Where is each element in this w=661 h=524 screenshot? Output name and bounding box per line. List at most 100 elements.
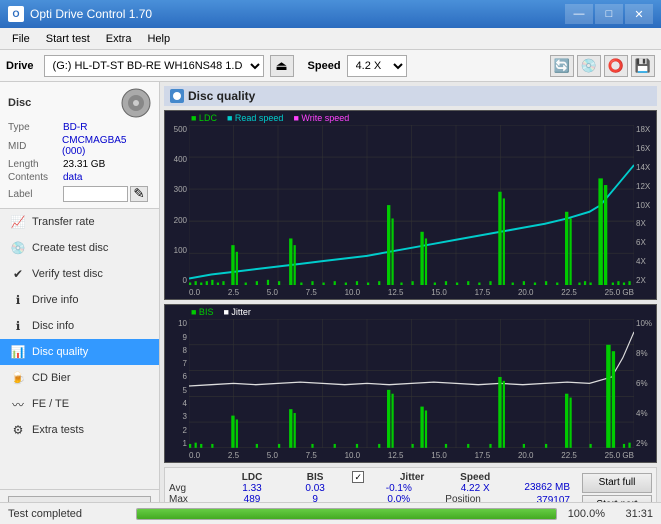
- speed-label: Speed: [308, 60, 341, 72]
- toolbar-btn-3[interactable]: ⭕: [604, 55, 628, 77]
- legend-write-speed: ■ Write speed: [293, 113, 349, 123]
- nav-label-disc-info: Disc info: [32, 320, 74, 332]
- maximize-button[interactable]: □: [595, 4, 623, 24]
- nav-disc-info[interactable]: ℹ Disc info: [0, 313, 159, 339]
- y-axis-left-top: 500 400 300 200 100 0: [165, 125, 189, 285]
- legend-bis: ■ BIS: [191, 307, 213, 317]
- app-title: Opti Drive Control 1.70: [30, 7, 152, 21]
- chart-title: Disc quality: [188, 89, 255, 103]
- content-area: Disc quality ■ LDC ■ Read speed ■ Write …: [160, 82, 661, 524]
- nav-verify-test-disc[interactable]: ✔ Verify test disc: [0, 261, 159, 287]
- bottom-chart-svg: [189, 319, 634, 448]
- drive-select[interactable]: (G:) HL-DT-ST BD-RE WH16NS48 1.D3: [44, 55, 264, 77]
- label-input[interactable]: [63, 186, 128, 202]
- eject-button[interactable]: ⏏: [270, 55, 294, 77]
- progress-percentage: 100.0%: [565, 508, 605, 520]
- main-area: Disc Type BD-R MID CMCMAGBA5 (000): [0, 82, 661, 524]
- ldc-header: LDC: [215, 471, 288, 483]
- chart-header: Disc quality: [164, 86, 657, 106]
- avg-ldc: 1.33: [215, 483, 288, 494]
- y-axis-right-bottom: 10% 8% 6% 4% 2%: [634, 319, 656, 448]
- nav-extra-tests[interactable]: ⚙ Extra tests: [0, 417, 159, 443]
- speed-select[interactable]: 4.2 X: [347, 55, 407, 77]
- label-edit-button[interactable]: ✎: [130, 186, 148, 202]
- nav-label-create-test-disc: Create test disc: [32, 242, 108, 254]
- contents-val: data: [63, 172, 82, 183]
- nav-label-extra-tests: Extra tests: [32, 424, 84, 436]
- disc-quality-icon: 📊: [10, 344, 26, 360]
- jitter-checkbox[interactable]: ✓: [352, 471, 364, 483]
- bis-header: BIS: [289, 471, 342, 483]
- minimize-button[interactable]: —: [565, 4, 593, 24]
- status-time: 31:31: [613, 508, 653, 520]
- top-chart-panel: ■ LDC ■ Read speed ■ Write speed 500 400…: [164, 110, 657, 300]
- nav-label-verify-test-disc: Verify test disc: [32, 268, 103, 280]
- nav-drive-info[interactable]: ℹ Drive info: [0, 287, 159, 313]
- x-axis-top: 0.0 2.5 5.0 7.5 10.0 12.5 15.0 17.5 20.0…: [189, 288, 634, 297]
- status-bar: Test completed 100.0% 31:31: [0, 502, 661, 524]
- speed-header: Speed: [445, 471, 505, 483]
- fe-te-icon: 〰: [10, 396, 26, 412]
- menu-extra[interactable]: Extra: [98, 31, 140, 47]
- legend-jitter: ■ Jitter: [223, 307, 250, 317]
- drive-toolbar: Drive (G:) HL-DT-ST BD-RE WH16NS48 1.D3 …: [0, 50, 661, 82]
- drive-info-icon: ℹ: [10, 292, 26, 308]
- avg-jitter: -0.1%: [352, 483, 445, 494]
- disc-info-icon: ℹ: [10, 318, 26, 334]
- type-key: Type: [8, 122, 63, 133]
- bottom-chart-panel: ■ BIS ■ Jitter 10 9 8 7 6 5 4 3 2 1 10% …: [164, 304, 657, 463]
- position-val: 23862 MB: [524, 482, 570, 493]
- close-button[interactable]: ✕: [625, 4, 653, 24]
- menu-bar: File Start test Extra Help: [0, 28, 661, 50]
- verify-test-disc-icon: ✔: [10, 266, 26, 282]
- menu-start-test[interactable]: Start test: [38, 31, 98, 47]
- app-icon: O: [8, 6, 24, 22]
- nav-label-fe-te: FE / TE: [32, 398, 69, 410]
- nav-fe-te[interactable]: 〰 FE / TE: [0, 391, 159, 417]
- top-chart-svg: [189, 125, 634, 285]
- nav-create-test-disc[interactable]: 💿 Create test disc: [0, 235, 159, 261]
- cd-bier-icon: 🍺: [10, 370, 26, 386]
- toolbar-btn-1[interactable]: 🔄: [550, 55, 574, 77]
- drive-label: Drive: [6, 60, 34, 72]
- disc-icon: [121, 88, 151, 118]
- menu-help[interactable]: Help: [139, 31, 178, 47]
- mid-val: CMCMAGBA5 (000): [62, 135, 151, 157]
- mid-key: MID: [8, 141, 62, 152]
- jitter-header: Jitter: [379, 471, 445, 483]
- disc-panel: Disc Type BD-R MID CMCMAGBA5 (000): [0, 82, 159, 209]
- progress-bar-fill: [137, 509, 556, 519]
- y-axis-left-bottom: 10 9 8 7 6 5 4 3 2 1: [165, 319, 189, 448]
- toolbar-btn-2[interactable]: 💿: [577, 55, 601, 77]
- status-text: Test completed: [8, 508, 128, 520]
- nav-disc-quality[interactable]: 📊 Disc quality: [0, 339, 159, 365]
- toolbar-btn-4[interactable]: 💾: [631, 55, 655, 77]
- nav-label-drive-info: Drive info: [32, 294, 78, 306]
- nav-label-disc-quality: Disc quality: [32, 346, 88, 358]
- length-val: 23.31 GB: [63, 159, 105, 170]
- avg-bis: 0.03: [289, 483, 342, 494]
- title-bar: O Opti Drive Control 1.70 — □ ✕: [0, 0, 661, 28]
- nav-label-transfer-rate: Transfer rate: [32, 216, 95, 228]
- nav-label-cd-bier: CD Bier: [32, 372, 71, 384]
- nav-cd-bier[interactable]: 🍺 CD Bier: [0, 365, 159, 391]
- length-key: Length: [8, 159, 63, 170]
- x-axis-bottom: 0.0 2.5 5.0 7.5 10.0 12.5 15.0 17.5 20.0…: [189, 451, 634, 460]
- nav-transfer-rate[interactable]: 📈 Transfer rate: [0, 209, 159, 235]
- type-val: BD-R: [63, 122, 87, 133]
- chart-header-icon: [170, 89, 184, 103]
- sidebar: Disc Type BD-R MID CMCMAGBA5 (000): [0, 82, 160, 524]
- nav-section: 📈 Transfer rate 💿 Create test disc ✔ Ver…: [0, 209, 159, 489]
- transfer-rate-icon: 📈: [10, 214, 26, 230]
- start-full-button[interactable]: Start full: [582, 473, 652, 493]
- disc-panel-title: Disc: [8, 97, 31, 109]
- label-key: Label: [8, 189, 63, 200]
- menu-file[interactable]: File: [4, 31, 38, 47]
- legend-ldc: ■ LDC: [191, 113, 217, 123]
- avg-speed: 4.22 X: [445, 483, 505, 494]
- legend-read-speed: ■ Read speed: [227, 113, 283, 123]
- create-test-disc-icon: 💿: [10, 240, 26, 256]
- extra-tests-icon: ⚙: [10, 422, 26, 438]
- y-axis-right-top: 18X 16X 14X 12X 10X 8X 6X 4X 2X: [634, 125, 656, 285]
- contents-key: Contents: [8, 172, 63, 183]
